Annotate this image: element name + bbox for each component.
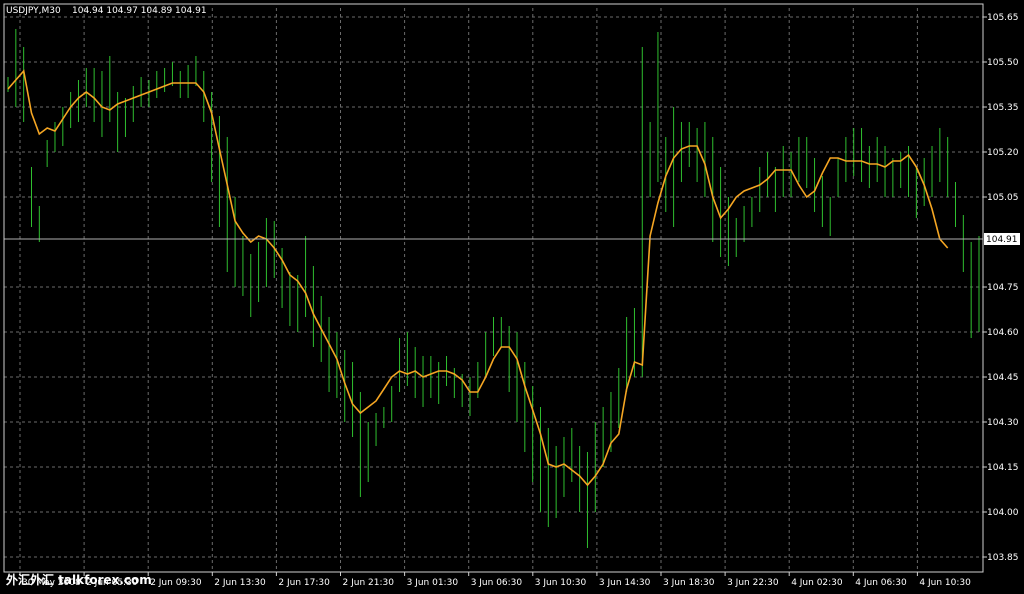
y-axis-ticks: 105.65 105.50 105.35 105.20 105.05 104.75 104.… <box>983 13 1019 563</box>
symbol-label: USDJPY,M30 <box>6 6 61 16</box>
y-tick-label: 104.60 <box>987 328 1019 338</box>
axes <box>3 3 984 573</box>
x-tick-label: 3 Jun 06:30 <box>471 578 523 588</box>
x-tick-label: 3 Jun 14:30 <box>599 578 651 588</box>
x-tick-label: 3 Jun 01:30 <box>407 578 459 588</box>
y-tick-label: 104.45 <box>987 373 1019 383</box>
x-tick-label: 2 Jun 17:30 <box>278 578 330 588</box>
x-tick-label: 4 Jun 06:30 <box>855 578 907 588</box>
moving-average-line <box>7 69 949 487</box>
x-tick-label: 3 Jun 10:30 <box>535 578 587 588</box>
current-price-marker: 104.91 <box>984 233 1020 245</box>
y-tick-label: 105.65 <box>987 13 1019 23</box>
y-tick-label: 105.50 <box>987 58 1019 68</box>
grid <box>4 8 983 572</box>
x-tick-label: 3 Jun 22:30 <box>727 578 779 588</box>
current-price-label: 104.91 <box>986 235 1018 245</box>
y-tick-label: 105.20 <box>987 148 1019 158</box>
y-tick-label: 105.35 <box>987 103 1019 113</box>
ohlc-readout: 104.94 104.97 104.89 104.91 <box>72 6 207 16</box>
y-tick-label: 104.00 <box>987 508 1019 518</box>
x-tick-label: 2 Jun 09:30 <box>150 578 202 588</box>
x-tick-label: 4 Jun 02:30 <box>791 578 843 588</box>
y-tick-label: 103.85 <box>987 553 1019 563</box>
x-tick-label: 3 Jun 18:30 <box>663 578 715 588</box>
y-tick-label: 105.05 <box>987 193 1019 203</box>
y-tick-label: 104.30 <box>987 418 1019 428</box>
x-tick-label: 2 Jun 21:30 <box>343 578 395 588</box>
x-axis-ticks: 30 May 2008 2 Jun 05:30 2 Jun 09:30 2 Jun 1… <box>19 572 971 588</box>
plot-frame <box>3 3 984 573</box>
chart-window: 105.65 105.50 105.35 105.20 105.05 104.75 104.… <box>0 0 1024 594</box>
x-tick-label: 4 Jun 10:30 <box>919 578 971 588</box>
x-tick-label: 2 Jun 13:30 <box>214 578 266 588</box>
price-chart[interactable]: 105.65 105.50 105.35 105.20 105.05 104.75 104.… <box>0 0 1024 594</box>
watermark: 外汇外汇 talkforex.com <box>6 572 152 587</box>
y-tick-label: 104.75 <box>987 283 1019 293</box>
y-tick-label: 104.15 <box>987 463 1019 473</box>
